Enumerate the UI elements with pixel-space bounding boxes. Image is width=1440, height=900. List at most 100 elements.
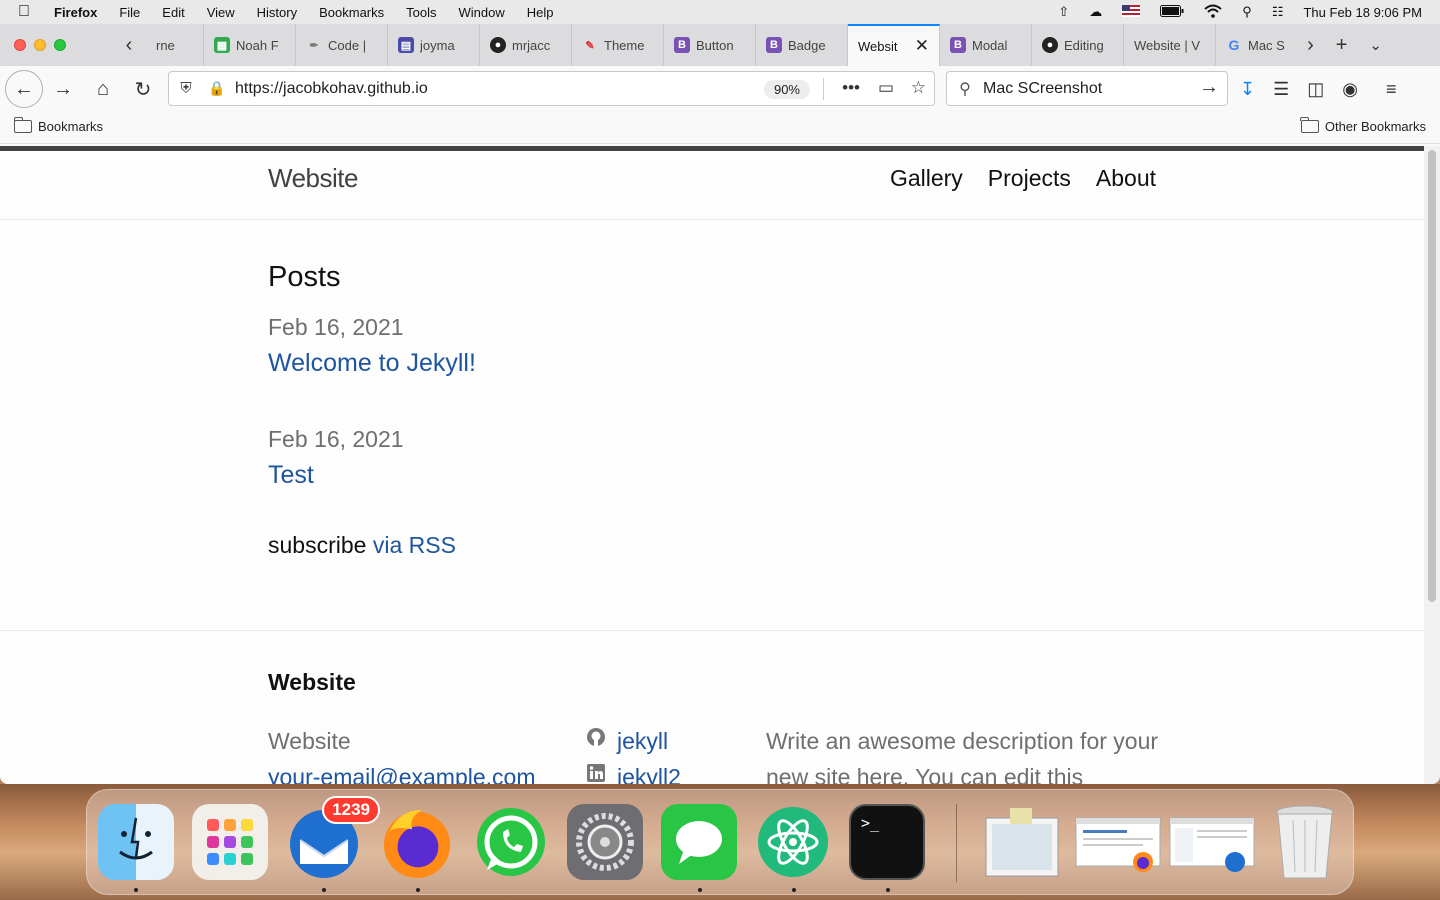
post-item: Feb 16, 2021 Welcome to Jekyll! [268, 314, 1158, 378]
footer-contact: Website your-email@example.com [268, 723, 536, 784]
menu-view[interactable]: View [207, 5, 235, 20]
finder-icon[interactable] [98, 804, 174, 880]
download-icon[interactable]: ↧ [1240, 79, 1255, 100]
footer-social: jekyll jekyll2 [585, 723, 681, 784]
hamburger-menu-icon[interactable]: ≡ [1386, 79, 1397, 100]
other-bookmarks-label: Other Bookmarks [1324, 119, 1426, 134]
site-nav: Gallery Projects About [890, 165, 1156, 192]
account-icon[interactable]: ◉ [1342, 79, 1358, 100]
other-bookmarks-folder[interactable]: Other Bookmarks [1300, 117, 1426, 134]
launchpad-icon[interactable] [192, 804, 268, 880]
list-tabs-chevron-down-icon[interactable]: ⌄ [1369, 36, 1382, 54]
lock-icon[interactable]: 🔒 [203, 80, 231, 97]
apple-menu-icon[interactable]:  [18, 3, 42, 21]
menubar-clock[interactable]: Thu Feb 18 9:06 PM [1303, 5, 1422, 20]
tab-0[interactable]: rne [146, 24, 204, 66]
tab-label: Theme [604, 37, 645, 53]
tab-3[interactable]: ▤ joyma [388, 24, 480, 66]
wifi-icon[interactable] [1204, 4, 1222, 21]
system-preferences-icon[interactable] [567, 804, 643, 880]
nav-gallery-link[interactable]: Gallery [890, 165, 963, 192]
trash-icon[interactable] [1267, 804, 1343, 880]
post-title-link[interactable]: Welcome to Jekyll! [268, 349, 1158, 378]
terminal-icon[interactable]: >_ [849, 804, 925, 880]
zoom-level-badge[interactable]: 90% [763, 80, 810, 99]
thunderbird-icon[interactable]: 1239 [286, 796, 380, 880]
us-flag-icon[interactable] [1122, 4, 1141, 20]
url-bar[interactable]: ⛨ 🔒 https://jacobkohav.github.io 90% •••… [168, 71, 935, 106]
post-title-link[interactable]: Test [268, 461, 1158, 490]
tab-9[interactable]: B Modal [940, 24, 1032, 66]
battery-icon[interactable] [1160, 4, 1184, 20]
upload-icon[interactable]: ⇧ [1058, 4, 1069, 20]
tab-12[interactable]: G Mac S [1216, 24, 1308, 66]
spotlight-icon[interactable]: ⚲ [1242, 4, 1252, 20]
search-go-arrow-icon[interactable]: → [1199, 76, 1219, 99]
menu-bookmarks[interactable]: Bookmarks [319, 5, 384, 20]
minimized-firefox-window[interactable] [1075, 804, 1161, 880]
preview-icon[interactable] [984, 804, 1060, 880]
tab-1[interactable]: ▦ Noah F [204, 24, 296, 66]
url-text[interactable]: https://jacobkohav.github.io [235, 80, 428, 98]
pocket-icon[interactable]: ▭ [878, 78, 894, 98]
tab-4[interactable]: ● mrjacc [480, 24, 572, 66]
footer-email-link[interactable]: your-email@example.com [268, 759, 536, 784]
scroll-tabs-right-icon[interactable]: › [1307, 34, 1314, 57]
social-github-link[interactable]: jekyll [585, 723, 681, 759]
tab-label: Badge [788, 37, 826, 53]
new-tab-icon[interactable]: + [1336, 34, 1348, 57]
bookmark-star-icon[interactable]: ☆ [911, 78, 926, 98]
close-tab-icon[interactable]: ✕ [915, 36, 929, 56]
menu-history[interactable]: History [257, 5, 297, 20]
scroll-tabs-left-icon[interactable]: ‹ [112, 24, 146, 66]
minimize-window-button[interactable] [34, 39, 46, 51]
minimized-thunderbird-window[interactable] [1169, 804, 1255, 880]
tab-6[interactable]: B Button [664, 24, 756, 66]
atom-icon[interactable] [755, 804, 831, 880]
control-center-icon[interactable]: ☷ [1272, 4, 1284, 20]
social-linkedin-link[interactable]: jekyll2 [585, 759, 681, 784]
site-title-link[interactable]: Website [268, 163, 358, 194]
tab-label: joyma [420, 37, 455, 53]
maximize-window-button[interactable] [54, 39, 66, 51]
search-bar[interactable]: ⚲ Mac SCreenshot → [946, 71, 1228, 106]
tab-label: Code | [328, 37, 367, 53]
menu-edit[interactable]: Edit [162, 5, 184, 20]
folder-icon [1300, 117, 1319, 133]
menu-app-name[interactable]: Firefox [54, 5, 97, 20]
reload-icon[interactable]: ↻ [123, 77, 163, 102]
forward-arrow-icon[interactable]: → [43, 78, 83, 101]
library-icon[interactable]: ☰ [1273, 79, 1289, 100]
menu-tools[interactable]: Tools [406, 5, 436, 20]
page-actions-icon[interactable]: ••• [842, 78, 860, 98]
back-arrow-icon[interactable]: ← [5, 70, 43, 108]
tracking-shield-icon[interactable]: ⛨ [169, 80, 203, 97]
search-input[interactable]: Mac SCreenshot [983, 80, 1102, 98]
home-icon[interactable]: ⌂ [83, 78, 123, 101]
firefox-icon[interactable] [379, 804, 455, 880]
tab-2[interactable]: ✒ Code | [296, 24, 388, 66]
tab-7[interactable]: B Badge [756, 24, 848, 66]
tab-bar: ‹ rne ▦ Noah F ✒ Code | ▤ joyma ● mrjacc… [0, 24, 1440, 66]
menu-file[interactable]: File [119, 5, 140, 20]
sidebar-icon[interactable]: ◫ [1307, 79, 1324, 100]
tab-8-active[interactable]: Websit ✕ [848, 24, 940, 66]
whatsapp-icon[interactable] [473, 804, 549, 880]
search-icon: ⚲ [959, 80, 971, 98]
menu-help[interactable]: Help [527, 5, 554, 20]
messages-icon[interactable] [661, 804, 737, 880]
bookmarks-folder[interactable]: Bookmarks [13, 117, 104, 134]
close-window-button[interactable] [14, 39, 26, 51]
menu-window[interactable]: Window [459, 5, 505, 20]
cloud-icon[interactable]: ☁ [1089, 4, 1102, 20]
tab-5[interactable]: ✎ Theme [572, 24, 664, 66]
tabbar-actions: › + ⌄ [1297, 24, 1440, 66]
nav-projects-link[interactable]: Projects [988, 165, 1071, 192]
tab-10[interactable]: ● Editing [1032, 24, 1124, 66]
page-scrollbar-thumb[interactable] [1428, 150, 1436, 602]
tab-label: Editing [1064, 37, 1104, 53]
nav-about-link[interactable]: About [1096, 165, 1156, 192]
tab-11[interactable]: Website | V [1124, 24, 1216, 66]
bookmarks-folder-label: Bookmarks [38, 119, 104, 134]
rss-link[interactable]: via RSS [373, 532, 456, 558]
